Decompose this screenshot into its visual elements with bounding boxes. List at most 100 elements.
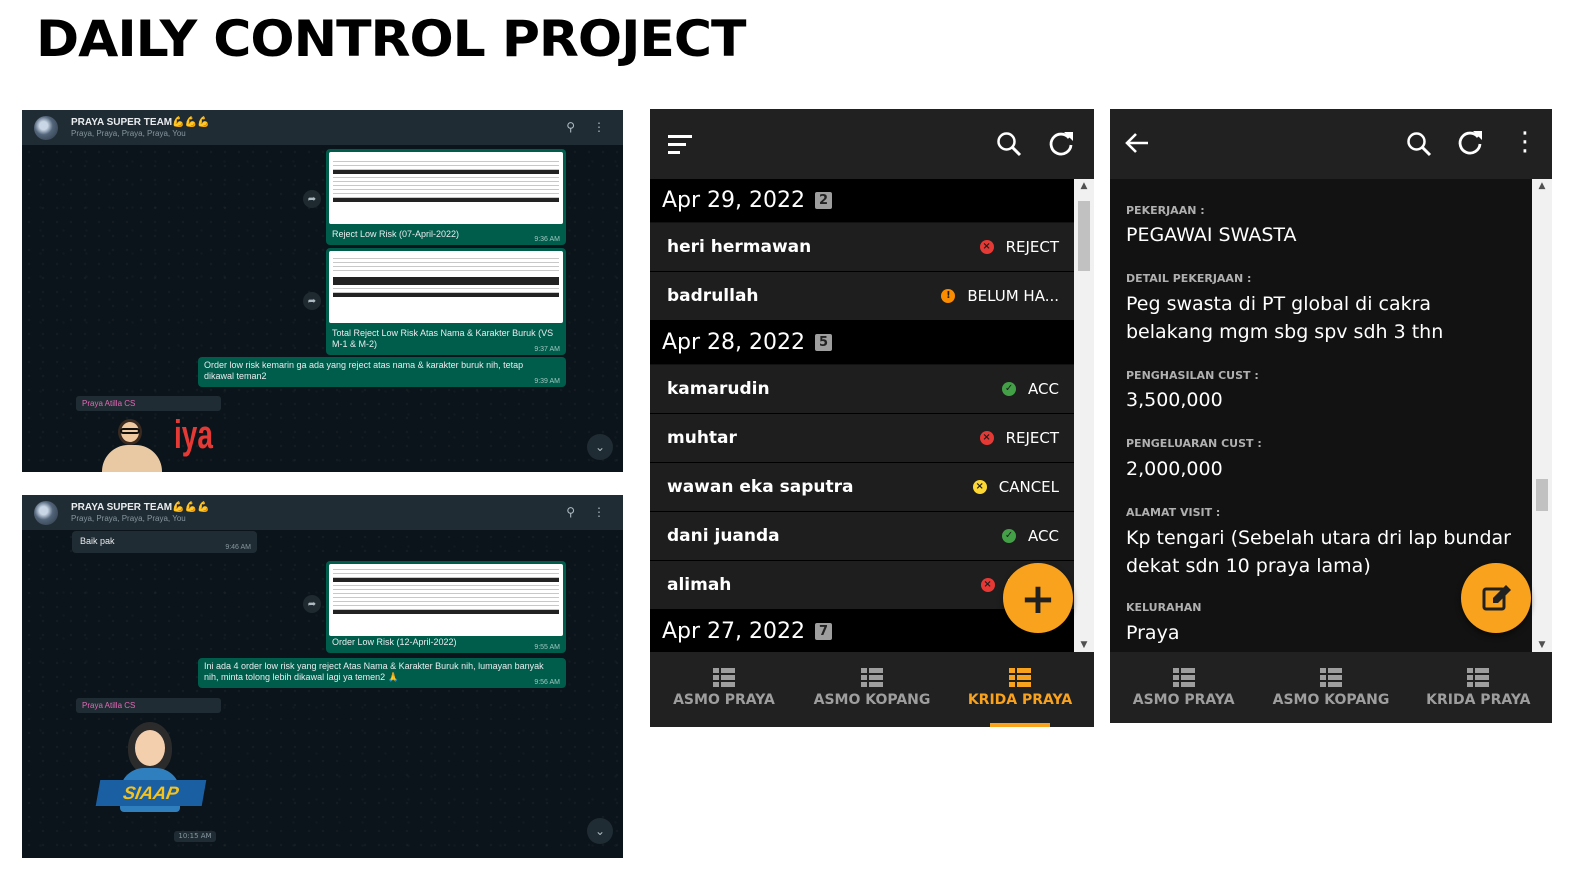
search-icon[interactable]: ⚲ (566, 120, 575, 134)
forward-icon[interactable]: ➦ (303, 190, 321, 208)
add-button[interactable]: + (1003, 563, 1073, 633)
more-options-icon[interactable]: ⋮ (593, 505, 605, 519)
field-label: PENGHASILAN CUST : (1126, 369, 1259, 382)
text-message[interactable]: Order low risk kemarin ga ada yang rejec… (198, 357, 566, 387)
status-label: CANCEL (998, 478, 1059, 496)
customer-name: kamarudin (667, 379, 770, 399)
app-bar (650, 109, 1094, 179)
spreadsheet-image[interactable] (329, 251, 563, 323)
spreadsheet-image[interactable] (329, 564, 563, 636)
scroll-thumb[interactable] (1536, 479, 1548, 511)
reject-icon: × (979, 240, 994, 254)
scroll-down-button[interactable]: ⌄ (587, 818, 613, 844)
scroll-down-arrow[interactable]: ▼ (1074, 638, 1094, 652)
date-label: Apr 29, 2022 (662, 188, 806, 213)
text-message[interactable]: Baik pak 9:46 AM (72, 531, 257, 553)
nav-asmo-praya[interactable]: ASMO PRAYA (650, 652, 798, 727)
nav-asmo-praya[interactable]: ASMO PRAYA (1110, 652, 1257, 723)
forward-icon[interactable]: ➦ (303, 595, 321, 613)
search-icon[interactable] (1406, 131, 1432, 157)
nav-label: KRIDA PRAYA (967, 692, 1073, 708)
nav-asmo-kopang[interactable]: ASMO KOPANG (1257, 652, 1404, 723)
search-icon[interactable] (996, 131, 1022, 157)
field-label: PENGELUARAN CUST : (1126, 437, 1262, 450)
spreadsheet-image[interactable] (329, 152, 563, 224)
order-detail-app: ⋮ PEKERJAAN : PEGAWAI SWASTA DETAIL PEKE… (1110, 109, 1552, 723)
nav-krida-praya[interactable]: KRIDA PRAYA (1405, 652, 1552, 723)
image-message-1[interactable]: Reject Low Risk (07-April-2022) 9:36 AM (326, 149, 566, 245)
image-caption: Total Reject Low Risk Atas Nama & Karakt… (332, 328, 554, 349)
sticker-character[interactable] (98, 415, 168, 472)
list-item[interactable]: wawan eka saputra × CANCEL (650, 463, 1074, 512)
message-time: 9:46 AM (225, 544, 251, 551)
message-text: Order low risk kemarin ga ada yang rejec… (204, 360, 524, 381)
edit-icon (1482, 585, 1511, 611)
list-scrollbar[interactable]: ▲ ▼ (1074, 179, 1094, 652)
more-options-icon[interactable]: ⋮ (593, 120, 605, 134)
date-header: Apr 29, 2022 2 (650, 179, 1074, 222)
group-avatar[interactable] (34, 115, 58, 140)
message-time: 9:37 AM (534, 346, 560, 353)
scroll-up-arrow[interactable]: ▲ (1074, 179, 1094, 193)
count-badge: 7 (815, 623, 833, 640)
image-caption: Reject Low Risk (07-April-2022) (332, 229, 460, 239)
customer-name: badrullah (667, 286, 759, 306)
message-time: 9:36 AM (534, 236, 560, 243)
scroll-down-button[interactable]: ⌄ (587, 434, 613, 460)
sticker-character[interactable]: SIAAP (95, 716, 208, 816)
message-time: 9:56 AM (534, 679, 560, 686)
customer-name: alimah (667, 575, 732, 595)
list-item[interactable]: dani juanda ✓ ACC (650, 512, 1074, 561)
page-title: DAILY CONTROL PROJECT (36, 10, 746, 68)
chat-body: Baik pak 9:46 AM ➦ Order Low Risk (12-Ap… (22, 530, 623, 858)
count-badge: 5 (815, 334, 833, 351)
group-avatar[interactable] (34, 500, 58, 525)
date-header: Apr 28, 2022 5 (650, 321, 1074, 364)
scroll-down-arrow[interactable]: ▼ (1532, 638, 1552, 652)
nav-label: ASMO KOPANG (813, 692, 931, 708)
more-options-icon[interactable]: ⋮ (1512, 125, 1538, 159)
check-icon: ✓ (1002, 382, 1017, 396)
detail-scrollbar[interactable]: ▲ ▼ (1532, 179, 1552, 652)
forward-icon[interactable]: ➦ (303, 292, 321, 310)
refresh-icon[interactable] (1047, 129, 1075, 157)
list-icon (1172, 668, 1195, 687)
list-item[interactable]: muhtar × REJECT (650, 414, 1074, 463)
field-label: DETAIL PEKERJAAN : (1126, 272, 1252, 285)
sender-name: Praya Atilla CS (76, 396, 221, 411)
message-time: 9:55 AM (534, 644, 560, 651)
image-message[interactable]: Order Low Risk (12-April-2022) 9:55 AM (326, 561, 566, 653)
text-message[interactable]: Ini ada 4 order low risk yang reject Ata… (198, 658, 566, 688)
field-label: ALAMAT VISIT : (1126, 506, 1221, 519)
date-label: Apr 27, 2022 (662, 619, 806, 644)
nav-label: ASMO PRAYA (1132, 692, 1235, 708)
list-item[interactable]: kamarudin ✓ ACC (650, 365, 1074, 414)
nav-asmo-kopang[interactable]: ASMO KOPANG (798, 652, 946, 727)
sort-menu-icon[interactable] (668, 135, 692, 154)
image-message-2[interactable]: Total Reject Low Risk Atas Nama & Karakt… (326, 248, 566, 355)
list-item[interactable]: badrullah ! BELUM HA... (650, 272, 1074, 321)
refresh-icon[interactable] (1456, 128, 1484, 156)
whatsapp-chat-screenshot-bottom: PRAYA SUPER TEAM💪💪💪 Praya, Praya, Praya,… (22, 495, 623, 858)
edit-button[interactable] (1461, 563, 1531, 633)
scroll-thumb[interactable] (1078, 201, 1090, 271)
list-item[interactable]: heri hermawan × REJECT (650, 223, 1074, 272)
field-value: Peg swasta di PT global di cakra belakan… (1126, 293, 1444, 343)
count-badge: 2 (815, 192, 833, 209)
list-icon (1319, 668, 1342, 687)
back-arrow-icon[interactable] (1124, 130, 1150, 156)
bottom-navigation: ASMO PRAYA ASMO KOPANG KRIDA PRAYA (650, 652, 1094, 727)
list-icon (713, 668, 735, 687)
status-label: ACC (1028, 527, 1059, 545)
reject-icon: × (979, 431, 994, 445)
group-members: Praya, Praya, Praya, Praya, You (71, 129, 186, 138)
nav-krida-praya[interactable]: KRIDA PRAYA (946, 652, 1094, 727)
chat-header[interactable]: PRAYA SUPER TEAM💪💪💪 Praya, Praya, Praya,… (22, 110, 623, 145)
chat-header[interactable]: PRAYA SUPER TEAM💪💪💪 Praya, Praya, Praya,… (22, 495, 623, 530)
customer-name: heri hermawan (667, 237, 812, 257)
list-icon (861, 668, 883, 687)
search-icon[interactable]: ⚲ (566, 505, 575, 519)
status-label: REJECT (1005, 429, 1059, 447)
group-name: PRAYA SUPER TEAM💪💪💪 (71, 117, 210, 128)
scroll-up-arrow[interactable]: ▲ (1532, 179, 1552, 193)
